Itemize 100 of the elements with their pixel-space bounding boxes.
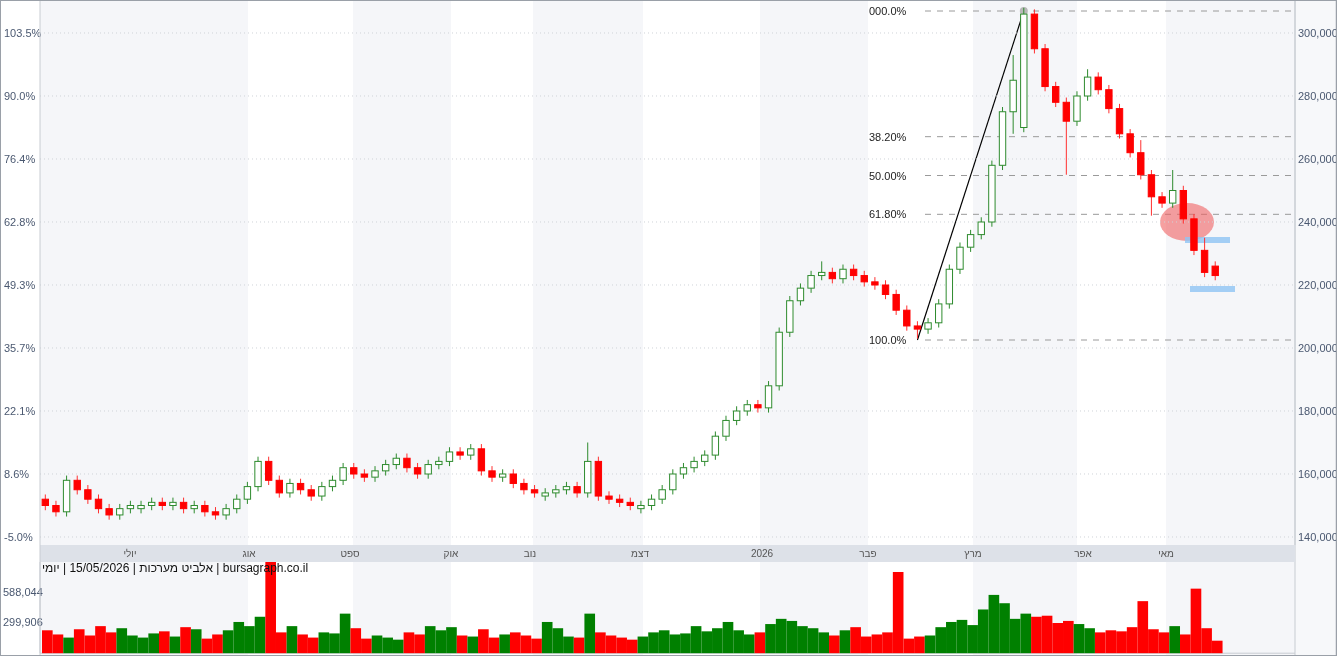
candlestick: [84, 484, 92, 505]
candlestick: [1083, 68, 1092, 102]
candlestick: [509, 468, 517, 489]
month-label: דצמ: [631, 548, 649, 559]
bar: [584, 613, 596, 654]
fibonacci-level-label: 61.80%: [869, 208, 907, 221]
fibonacci-level-label: 000.0%: [869, 5, 907, 17]
percent-axis-label: 103.5%: [4, 27, 42, 39]
candlestick: [222, 503, 230, 521]
candlestick: [711, 430, 720, 461]
percent-axis-label: 90.0%: [4, 90, 36, 102]
candlestick: [690, 456, 698, 473]
candlestick: [1052, 81, 1060, 108]
candlestick: [477, 443, 486, 477]
candlestick: [892, 289, 900, 316]
candlestick: [764, 380, 773, 414]
candlestick: [233, 493, 241, 514]
bar: [754, 632, 766, 654]
month-label: פבר: [859, 548, 877, 559]
candlestick: [371, 465, 379, 483]
percent-axis-label: 62.8%: [4, 216, 36, 228]
volume-axis-label: 588,044: [3, 586, 43, 598]
candlestick: [956, 241, 964, 275]
candlestick: [275, 475, 283, 499]
candlestick: [1158, 191, 1166, 209]
candlestick: [286, 478, 294, 499]
fibonacci-level-label: 50.00%: [869, 169, 907, 182]
candlestick: [807, 270, 815, 294]
level-marker: [1190, 286, 1235, 292]
candlestick: [1147, 169, 1156, 217]
candlestick: [1137, 139, 1145, 180]
candlestick: [201, 500, 209, 518]
bar: [499, 634, 510, 654]
percent-axis-label: 22.1%: [4, 405, 36, 417]
candlestick: [1105, 84, 1113, 114]
candlestick: [456, 446, 464, 461]
candlestick: [424, 459, 432, 480]
bar: [286, 626, 298, 654]
candlestick: [605, 490, 613, 505]
percent-axis-label: -5.0%: [4, 531, 33, 543]
month-label: אפר: [1074, 548, 1092, 559]
month-label: מאי: [1158, 548, 1174, 559]
candlestick: [839, 264, 847, 284]
bar: [456, 635, 468, 654]
month-label: מרץ: [964, 548, 982, 559]
bar: [1169, 626, 1181, 654]
candlestick: [732, 405, 741, 426]
candlestick: [1169, 169, 1177, 209]
percent-axis-label: 49.3%: [4, 279, 36, 291]
month-label: 2026: [750, 548, 774, 559]
bar: [180, 627, 191, 654]
candlestick: [264, 456, 273, 486]
candlestick: [935, 298, 943, 329]
candlestick: [903, 304, 911, 332]
candlestick: [169, 497, 177, 511]
candlestick: [754, 399, 762, 414]
candlestick: [871, 276, 879, 291]
bar: [829, 635, 840, 654]
candlestick: [573, 481, 581, 499]
bar: [190, 629, 202, 654]
bar: [467, 636, 479, 654]
month-label: אוג: [242, 548, 256, 559]
percent-axis-label: 76.4%: [4, 153, 36, 165]
bar: [63, 637, 74, 654]
candlestick: [105, 503, 113, 521]
month-label: אוק: [443, 548, 459, 559]
fibonacci-level-label: 38.20%: [869, 130, 907, 143]
candlestick: [73, 475, 81, 495]
candlestick: [1126, 128, 1134, 158]
candlestick: [796, 282, 805, 306]
candlestick: [669, 468, 677, 495]
candlestick: [1200, 237, 1209, 278]
candlestick: [881, 279, 890, 300]
candlestick: [488, 465, 496, 483]
candlestick: [339, 462, 347, 486]
fibonacci-level-label: 100.0%: [869, 334, 907, 346]
candlestick: [977, 216, 985, 240]
percent-axis-label: 8.6%: [4, 468, 30, 480]
bar: [573, 637, 585, 654]
candlestick: [94, 493, 103, 514]
candlestick: [924, 317, 932, 335]
candlestick: [722, 415, 730, 442]
month-label: יולי: [123, 548, 137, 559]
candlestick: [520, 478, 528, 495]
candlestick: [818, 260, 826, 281]
candlestick: [1094, 71, 1102, 95]
percent-axis-label: 35.7%: [4, 342, 36, 354]
bar: [839, 630, 851, 654]
candlestick: [403, 453, 411, 473]
candlestick: [1062, 97, 1071, 176]
candlestick: [52, 500, 60, 518]
candlestick: [318, 481, 326, 502]
month-label: ספט: [340, 548, 360, 559]
volume-axis-label: 299,906: [3, 616, 43, 628]
month-label: נוב: [523, 548, 537, 559]
candlestick: [658, 484, 666, 505]
bar: [158, 631, 170, 654]
candlestick: [1211, 260, 1219, 281]
candlestick: [137, 500, 145, 514]
bar: [169, 636, 181, 654]
